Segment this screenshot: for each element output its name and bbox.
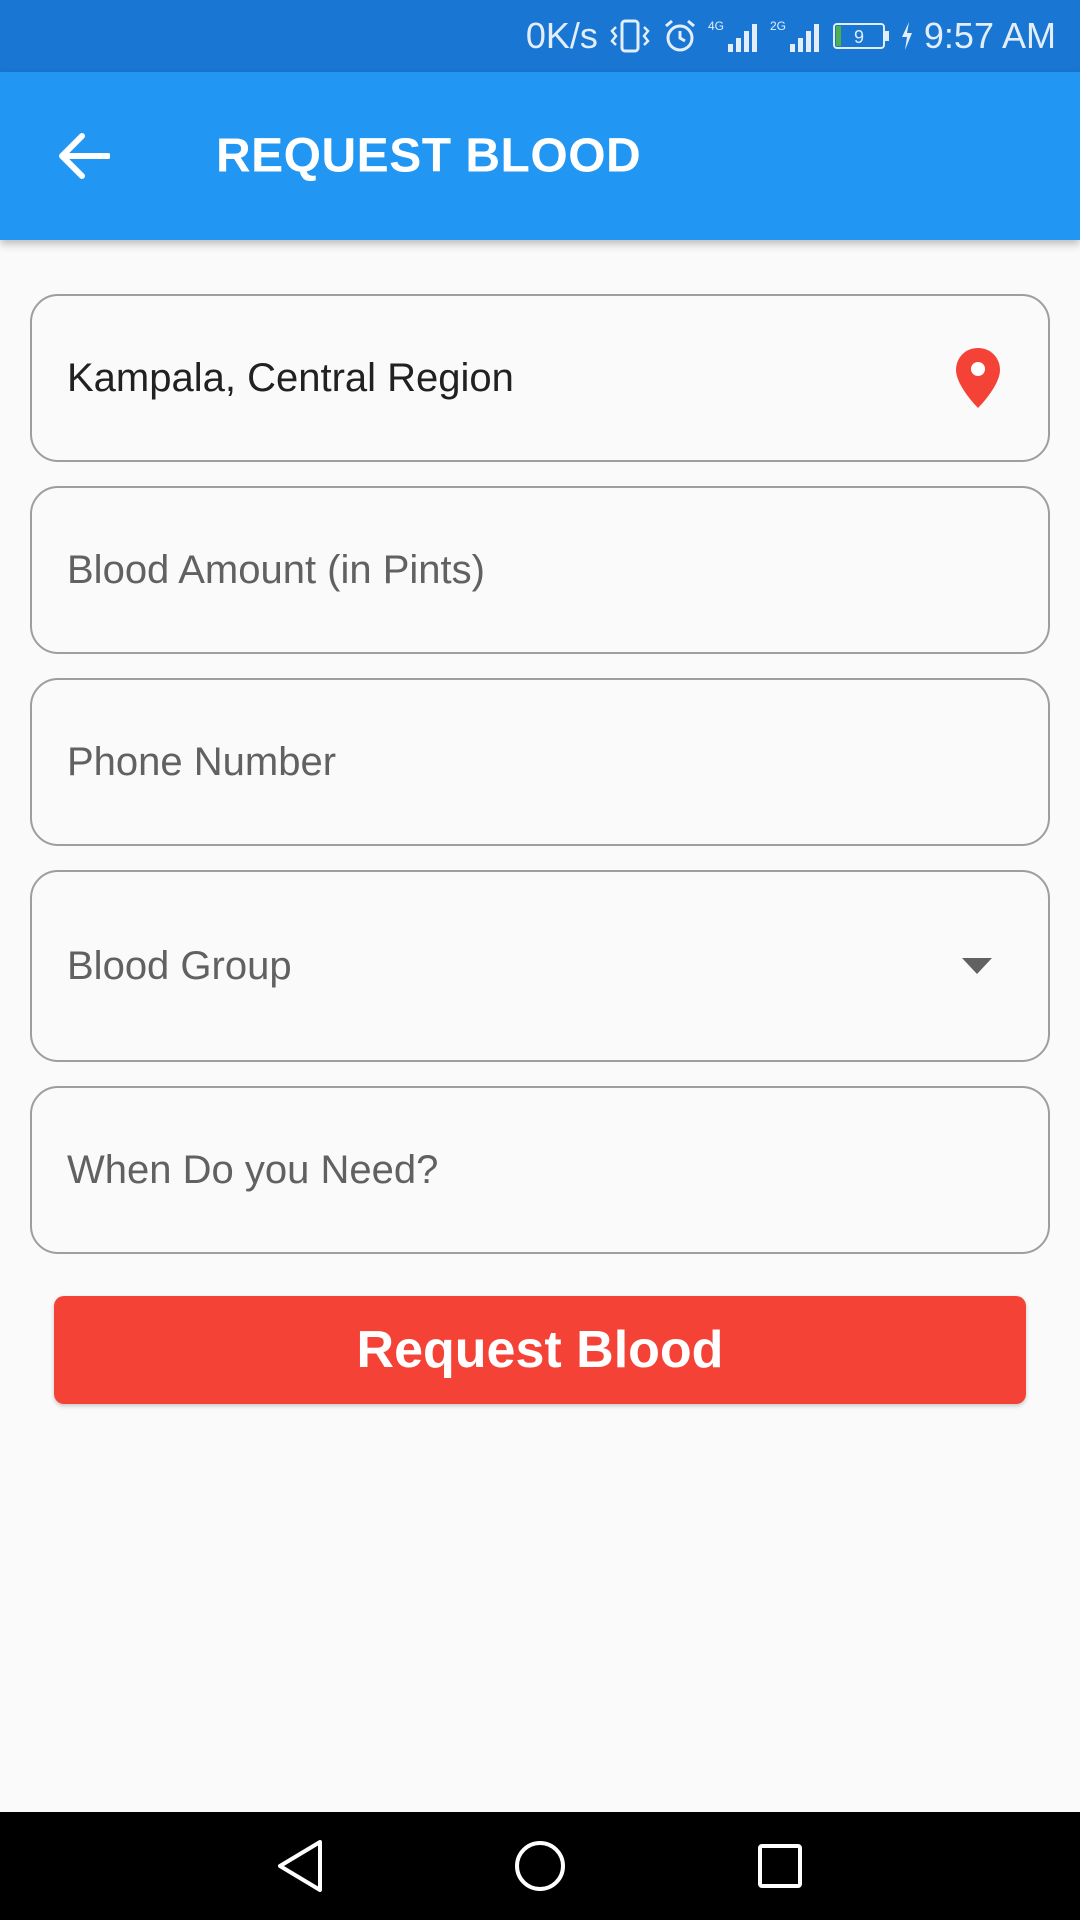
nav-home-button[interactable] — [500, 1826, 580, 1906]
when-needed-field[interactable] — [30, 1086, 1050, 1254]
phone-number-field[interactable] — [30, 678, 1050, 846]
blood-amount-input[interactable] — [32, 488, 1048, 652]
nav-back-icon[interactable] — [274, 1838, 326, 1894]
battery-icon: 9 — [832, 21, 890, 51]
nav-home-icon[interactable] — [512, 1838, 568, 1894]
page-title: REQUEST BLOOD — [216, 129, 642, 183]
signal-4g-icon: 4G — [708, 18, 760, 54]
phone-number-input[interactable] — [32, 680, 1048, 844]
battery-level: 9 — [854, 27, 864, 47]
arrow-back-icon[interactable] — [58, 132, 110, 180]
dropdown-arrow-icon[interactable] — [960, 956, 994, 976]
blood-group-dropdown[interactable]: Blood Group — [30, 870, 1050, 1062]
location-pin-icon[interactable] — [954, 346, 1002, 410]
blood-amount-field[interactable] — [30, 486, 1050, 654]
signal-2g-label: 2G — [770, 19, 786, 33]
when-needed-input[interactable] — [32, 1088, 1048, 1252]
status-bar: 0K/s 4G 2G 9 9:57 AM — [0, 0, 1080, 72]
location-field[interactable]: Kampala, Central Region — [30, 294, 1050, 462]
clock-time: 9:57 AM — [923, 15, 1056, 56]
charging-icon — [900, 21, 914, 51]
location-value[interactable]: Kampala, Central Region — [32, 356, 1048, 401]
app-bar: REQUEST BLOOD — [0, 72, 1080, 240]
nav-recents-icon[interactable] — [755, 1841, 805, 1891]
vibrate-icon — [608, 19, 652, 53]
nav-back-button[interactable] — [260, 1826, 340, 1906]
request-blood-button[interactable]: Request Blood — [54, 1296, 1026, 1404]
signal-2g-icon: 2G — [770, 18, 822, 54]
net-speed: 0K/s — [525, 15, 598, 56]
alarm-icon — [662, 18, 698, 54]
blood-group-placeholder[interactable]: Blood Group — [32, 944, 1048, 989]
nav-recents-button[interactable] — [740, 1826, 820, 1906]
signal-4g-label: 4G — [708, 19, 724, 33]
navigation-bar — [0, 1812, 1080, 1920]
back-button[interactable] — [48, 120, 120, 192]
